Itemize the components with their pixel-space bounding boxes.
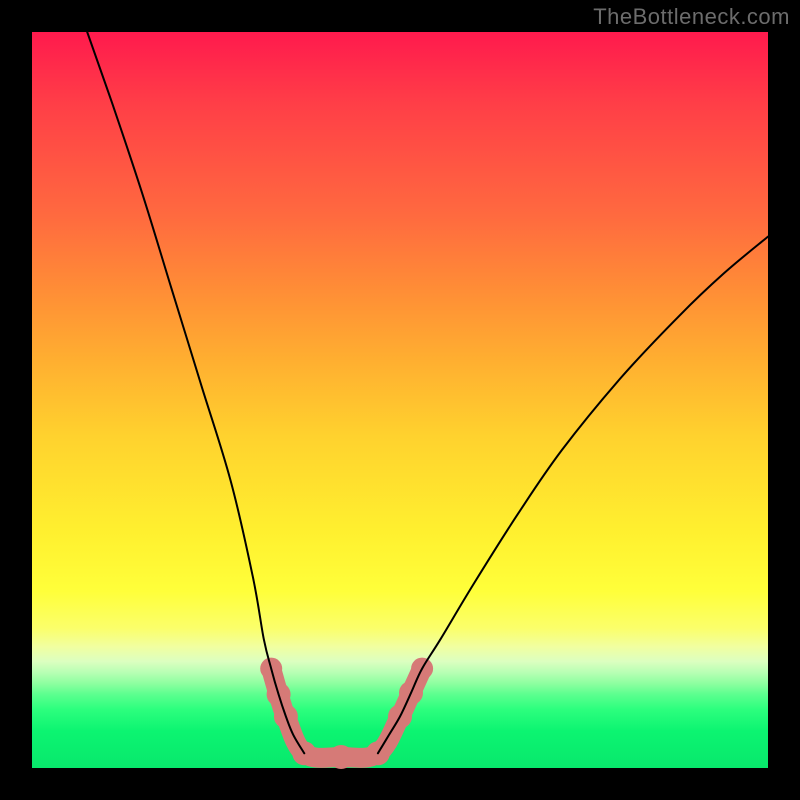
watermark-text: TheBottleneck.com xyxy=(593,4,790,30)
optimal-band-dots xyxy=(260,658,433,769)
curve-layer xyxy=(32,32,768,768)
band-dot xyxy=(329,745,353,769)
optimal-band xyxy=(260,658,433,769)
right-curve xyxy=(378,237,768,754)
plot-area xyxy=(32,32,768,768)
left-curve xyxy=(87,32,304,753)
chart-frame: TheBottleneck.com xyxy=(0,0,800,800)
